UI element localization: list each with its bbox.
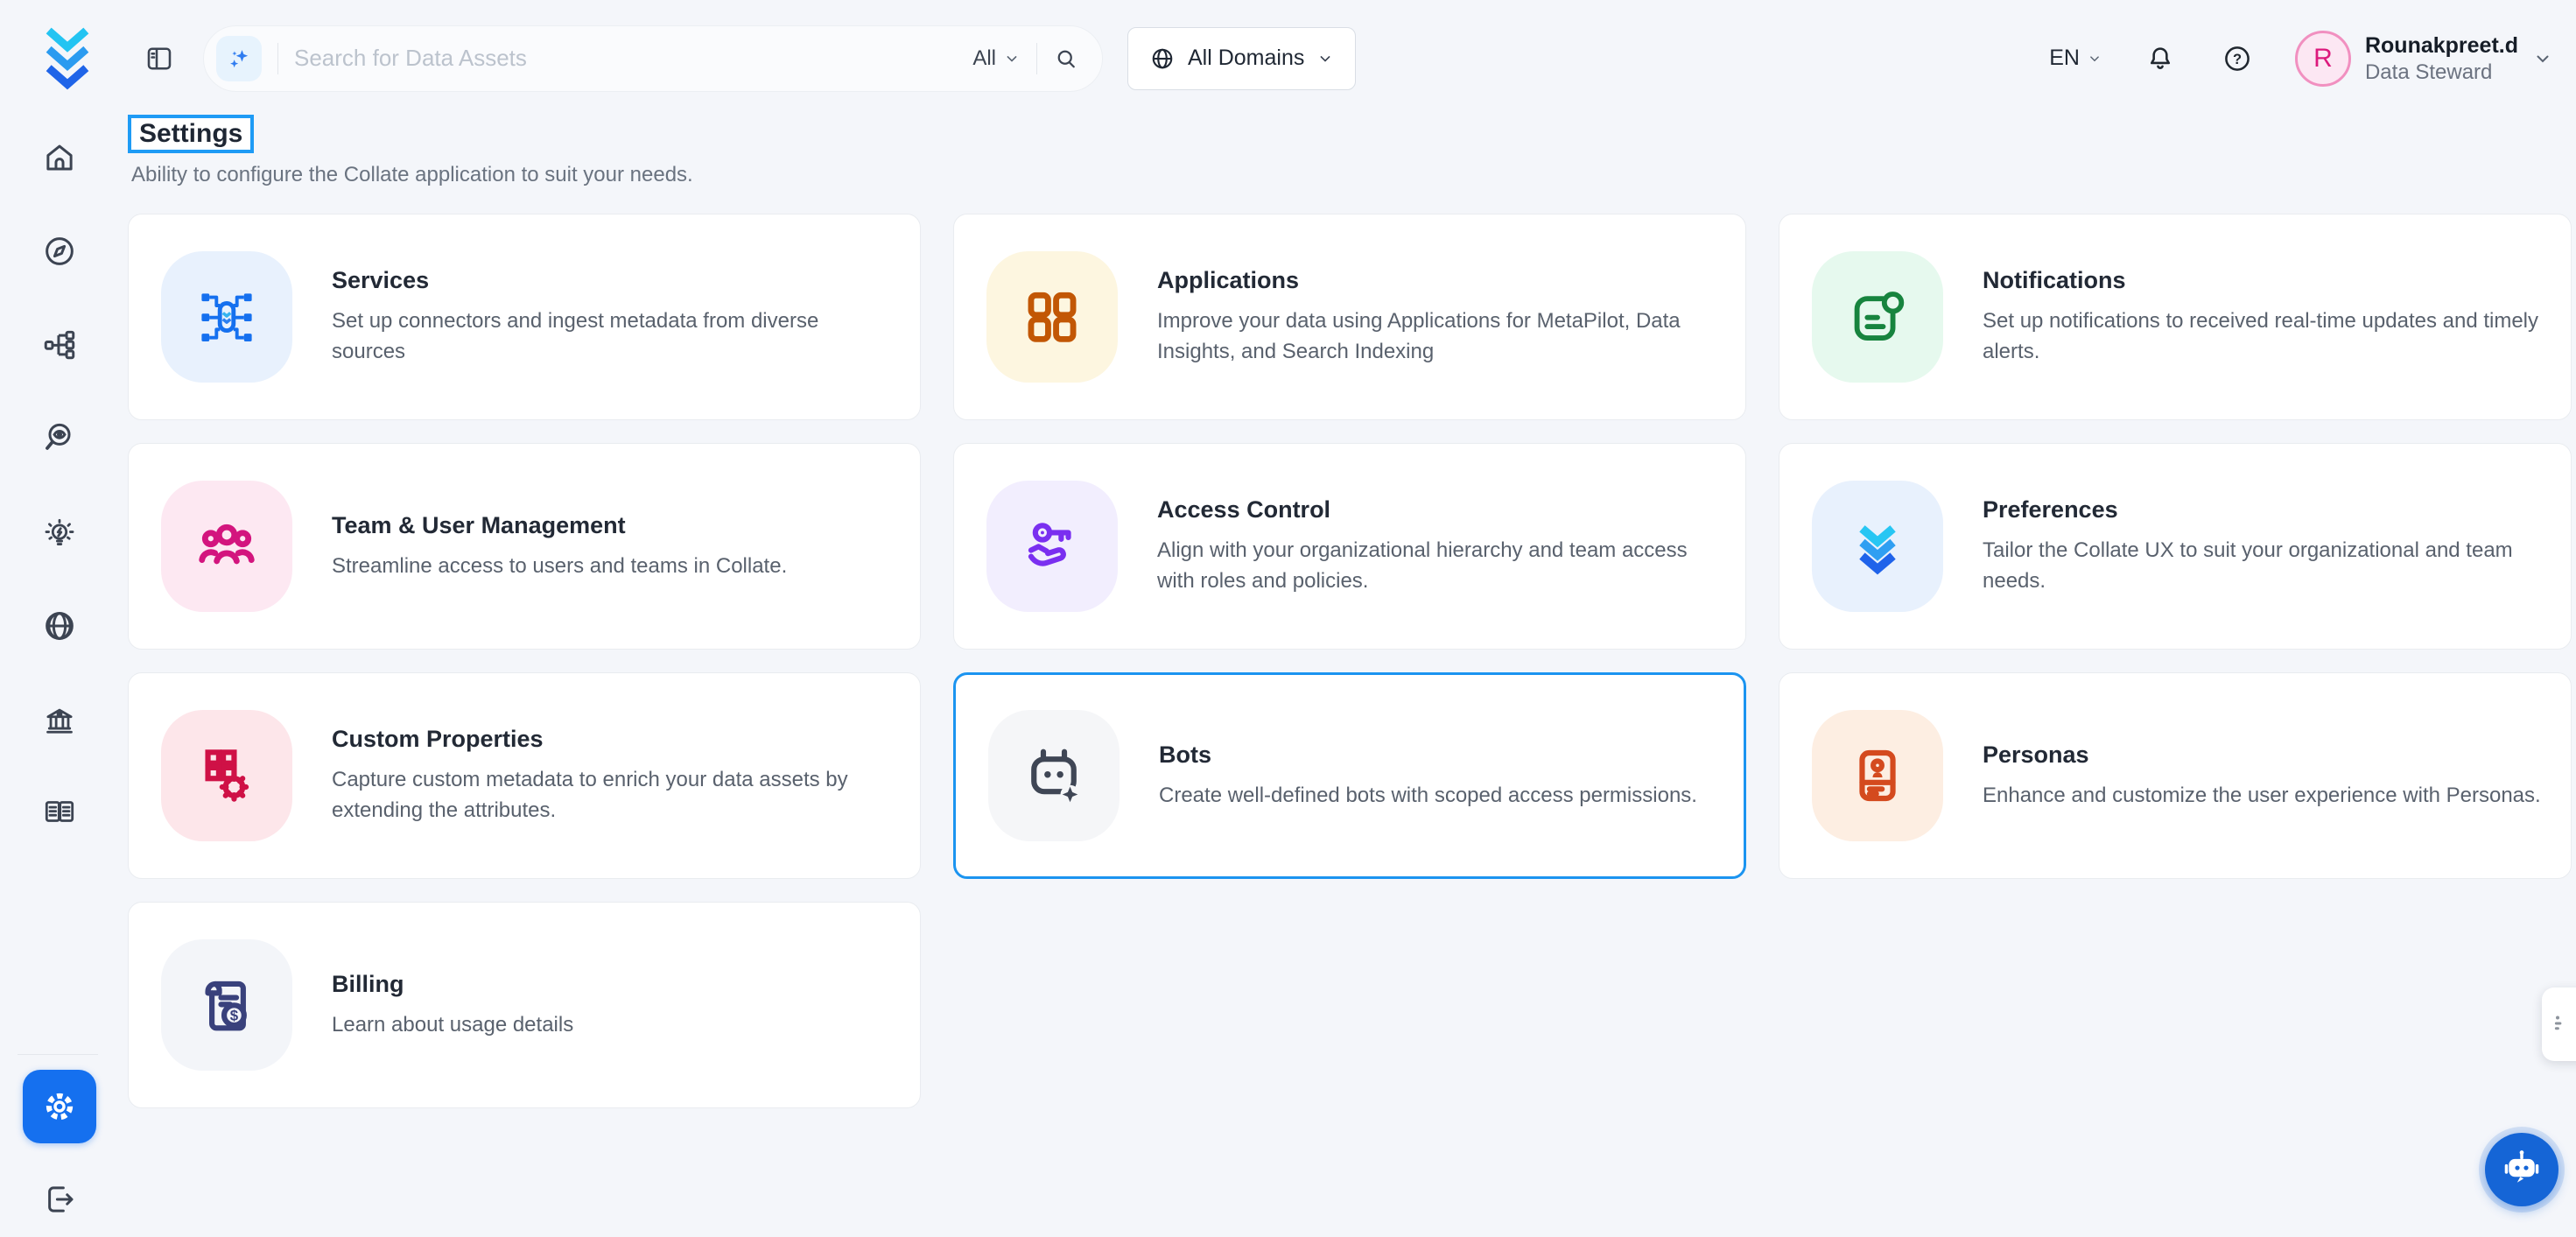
card-custom-properties[interactable]: Custom Properties Capture custom metadat… [128,672,921,879]
chevron-down-icon [2087,51,2102,67]
custom-properties-icon [161,710,292,841]
search-scope-dropdown[interactable]: All [972,46,1021,71]
sidebar-item-explore[interactable] [40,232,79,271]
notifications-bell-icon[interactable] [2141,39,2179,78]
page-title: Settings [139,119,242,148]
chatbot-icon [2499,1147,2544,1192]
global-search-bar[interactable]: Search for Data Assets All [203,25,1103,92]
notifications-note-icon [1812,251,1943,383]
card-description: Improve your data using Applications for… [1157,306,1719,367]
card-description: Capture custom metadata to enrich your d… [332,764,894,826]
insights-bulb-icon [41,516,78,552]
card-title: Team & User Management [332,512,787,539]
preferences-collate-icon [1812,481,1943,612]
settings-button-active[interactable] [23,1070,96,1143]
search-scope-label: All [972,46,996,71]
user-menu[interactable]: R Rounakpreet.d Data Steward [2295,31,2553,87]
sidebar-item-knowledge-center[interactable] [40,792,79,831]
topbar: Search for Data Assets All All Domains E… [0,0,2576,116]
chevron-down-icon [1316,50,1334,67]
sidebar-item-domains[interactable] [40,607,79,645]
card-description: Tailor the Collate UX to suit your organ… [1983,535,2544,596]
logout-button[interactable] [40,1180,79,1219]
avatar: R [2295,31,2351,87]
govern-bank-icon [41,703,78,740]
card-description: Enhance and customize the user experienc… [1983,780,2541,811]
ai-sparkle-icon[interactable] [216,36,262,81]
card-title: Applications [1157,267,1719,294]
persona-card-icon [1812,710,1943,841]
card-title: Billing [332,971,573,998]
sidebar-divider [18,1054,98,1055]
topbar-right-cluster: EN ? R Rounakpreet.d Data Steward [2049,31,2553,87]
globe-icon [1149,46,1176,72]
home-icon [41,139,78,176]
bot-face-icon [988,710,1120,841]
card-notifications[interactable]: Notifications Set up notifications to re… [1779,214,2572,420]
card-title: Personas [1983,741,2541,769]
sidebar-item-insights[interactable] [40,515,79,553]
sidebar-toggle-icon[interactable] [142,41,177,76]
card-title: Preferences [1983,496,2544,524]
search-divider [277,43,278,74]
card-services[interactable]: Services Set up connectors and ingest me… [128,214,921,420]
data-network-icon [41,327,78,363]
search-divider [1036,43,1037,74]
card-applications[interactable]: Applications Improve your data using App… [953,214,1746,420]
card-title: Notifications [1983,267,2544,294]
observability-icon [41,418,78,455]
card-access-control[interactable]: Access Control Align with your organizat… [953,443,1746,650]
knowledge-book-icon [41,793,78,830]
card-title: Access Control [1157,496,1719,524]
help-icon[interactable]: ? [2218,39,2257,78]
card-personas[interactable]: Personas Enhance and customize the user … [1779,672,2572,879]
applications-grid-icon [986,251,1118,383]
sidebar-item-observability[interactable] [40,418,79,456]
search-input[interactable]: Search for Data Assets [294,45,972,72]
services-hub-icon [161,251,292,383]
page-title-box: Settings [128,115,254,153]
settings-cards-grid: Services Set up connectors and ingest me… [128,214,2572,1108]
sidebar-item-home[interactable] [40,138,79,177]
team-users-icon [161,481,292,612]
billing-receipt-icon: $ [161,939,292,1071]
widget-glyph-icon [2551,1011,2573,1037]
card-billing[interactable]: $ Billing Learn about usage details [128,902,921,1108]
card-title: Custom Properties [332,726,894,753]
svg-text:$: $ [230,1008,239,1024]
domains-globe-icon [41,608,78,644]
card-description: Learn about usage details [332,1009,573,1040]
page-subtitle: Ability to configure the Collate applica… [131,163,693,187]
card-preferences[interactable]: Preferences Tailor the Collate UX to sui… [1779,443,2572,650]
card-team-user-management[interactable]: Team & User Management Streamline access… [128,443,921,650]
chevron-down-icon [1003,50,1021,67]
chatbot-button[interactable] [2485,1133,2558,1206]
language-label: EN [2049,46,2080,71]
svg-text:?: ? [2233,52,2242,67]
card-title: Services [332,267,894,294]
chevron-down-icon [2532,48,2553,69]
user-role: Data Steward [2365,60,2518,86]
logout-icon [41,1181,78,1218]
all-domains-button[interactable]: All Domains [1127,27,1356,90]
card-description: Align with your organizational hierarchy… [1157,535,1719,596]
card-description: Create well-defined bots with scoped acc… [1159,780,1697,811]
card-description: Streamline access to users and teams in … [332,551,787,581]
card-description: Set up connectors and ingest metadata fr… [332,306,894,367]
search-icon[interactable] [1053,46,1079,72]
card-title: Bots [1159,741,1697,769]
edge-widget-tab[interactable] [2542,987,2576,1061]
all-domains-label: All Domains [1188,46,1304,71]
explore-compass-icon [41,233,78,270]
user-name: Rounakpreet.d [2365,32,2518,60]
sidebar-item-govern[interactable] [40,702,79,741]
access-key-hand-icon [986,481,1118,612]
collate-logo-icon[interactable] [33,20,102,97]
language-dropdown[interactable]: EN [2049,46,2102,71]
sidebar-item-data-assets[interactable] [40,326,79,364]
gear-icon [39,1086,80,1127]
card-description: Set up notifications to received real-ti… [1983,306,2544,367]
left-sidebar [0,116,119,1237]
card-bots[interactable]: Bots Create well-defined bots with scope… [953,672,1746,879]
